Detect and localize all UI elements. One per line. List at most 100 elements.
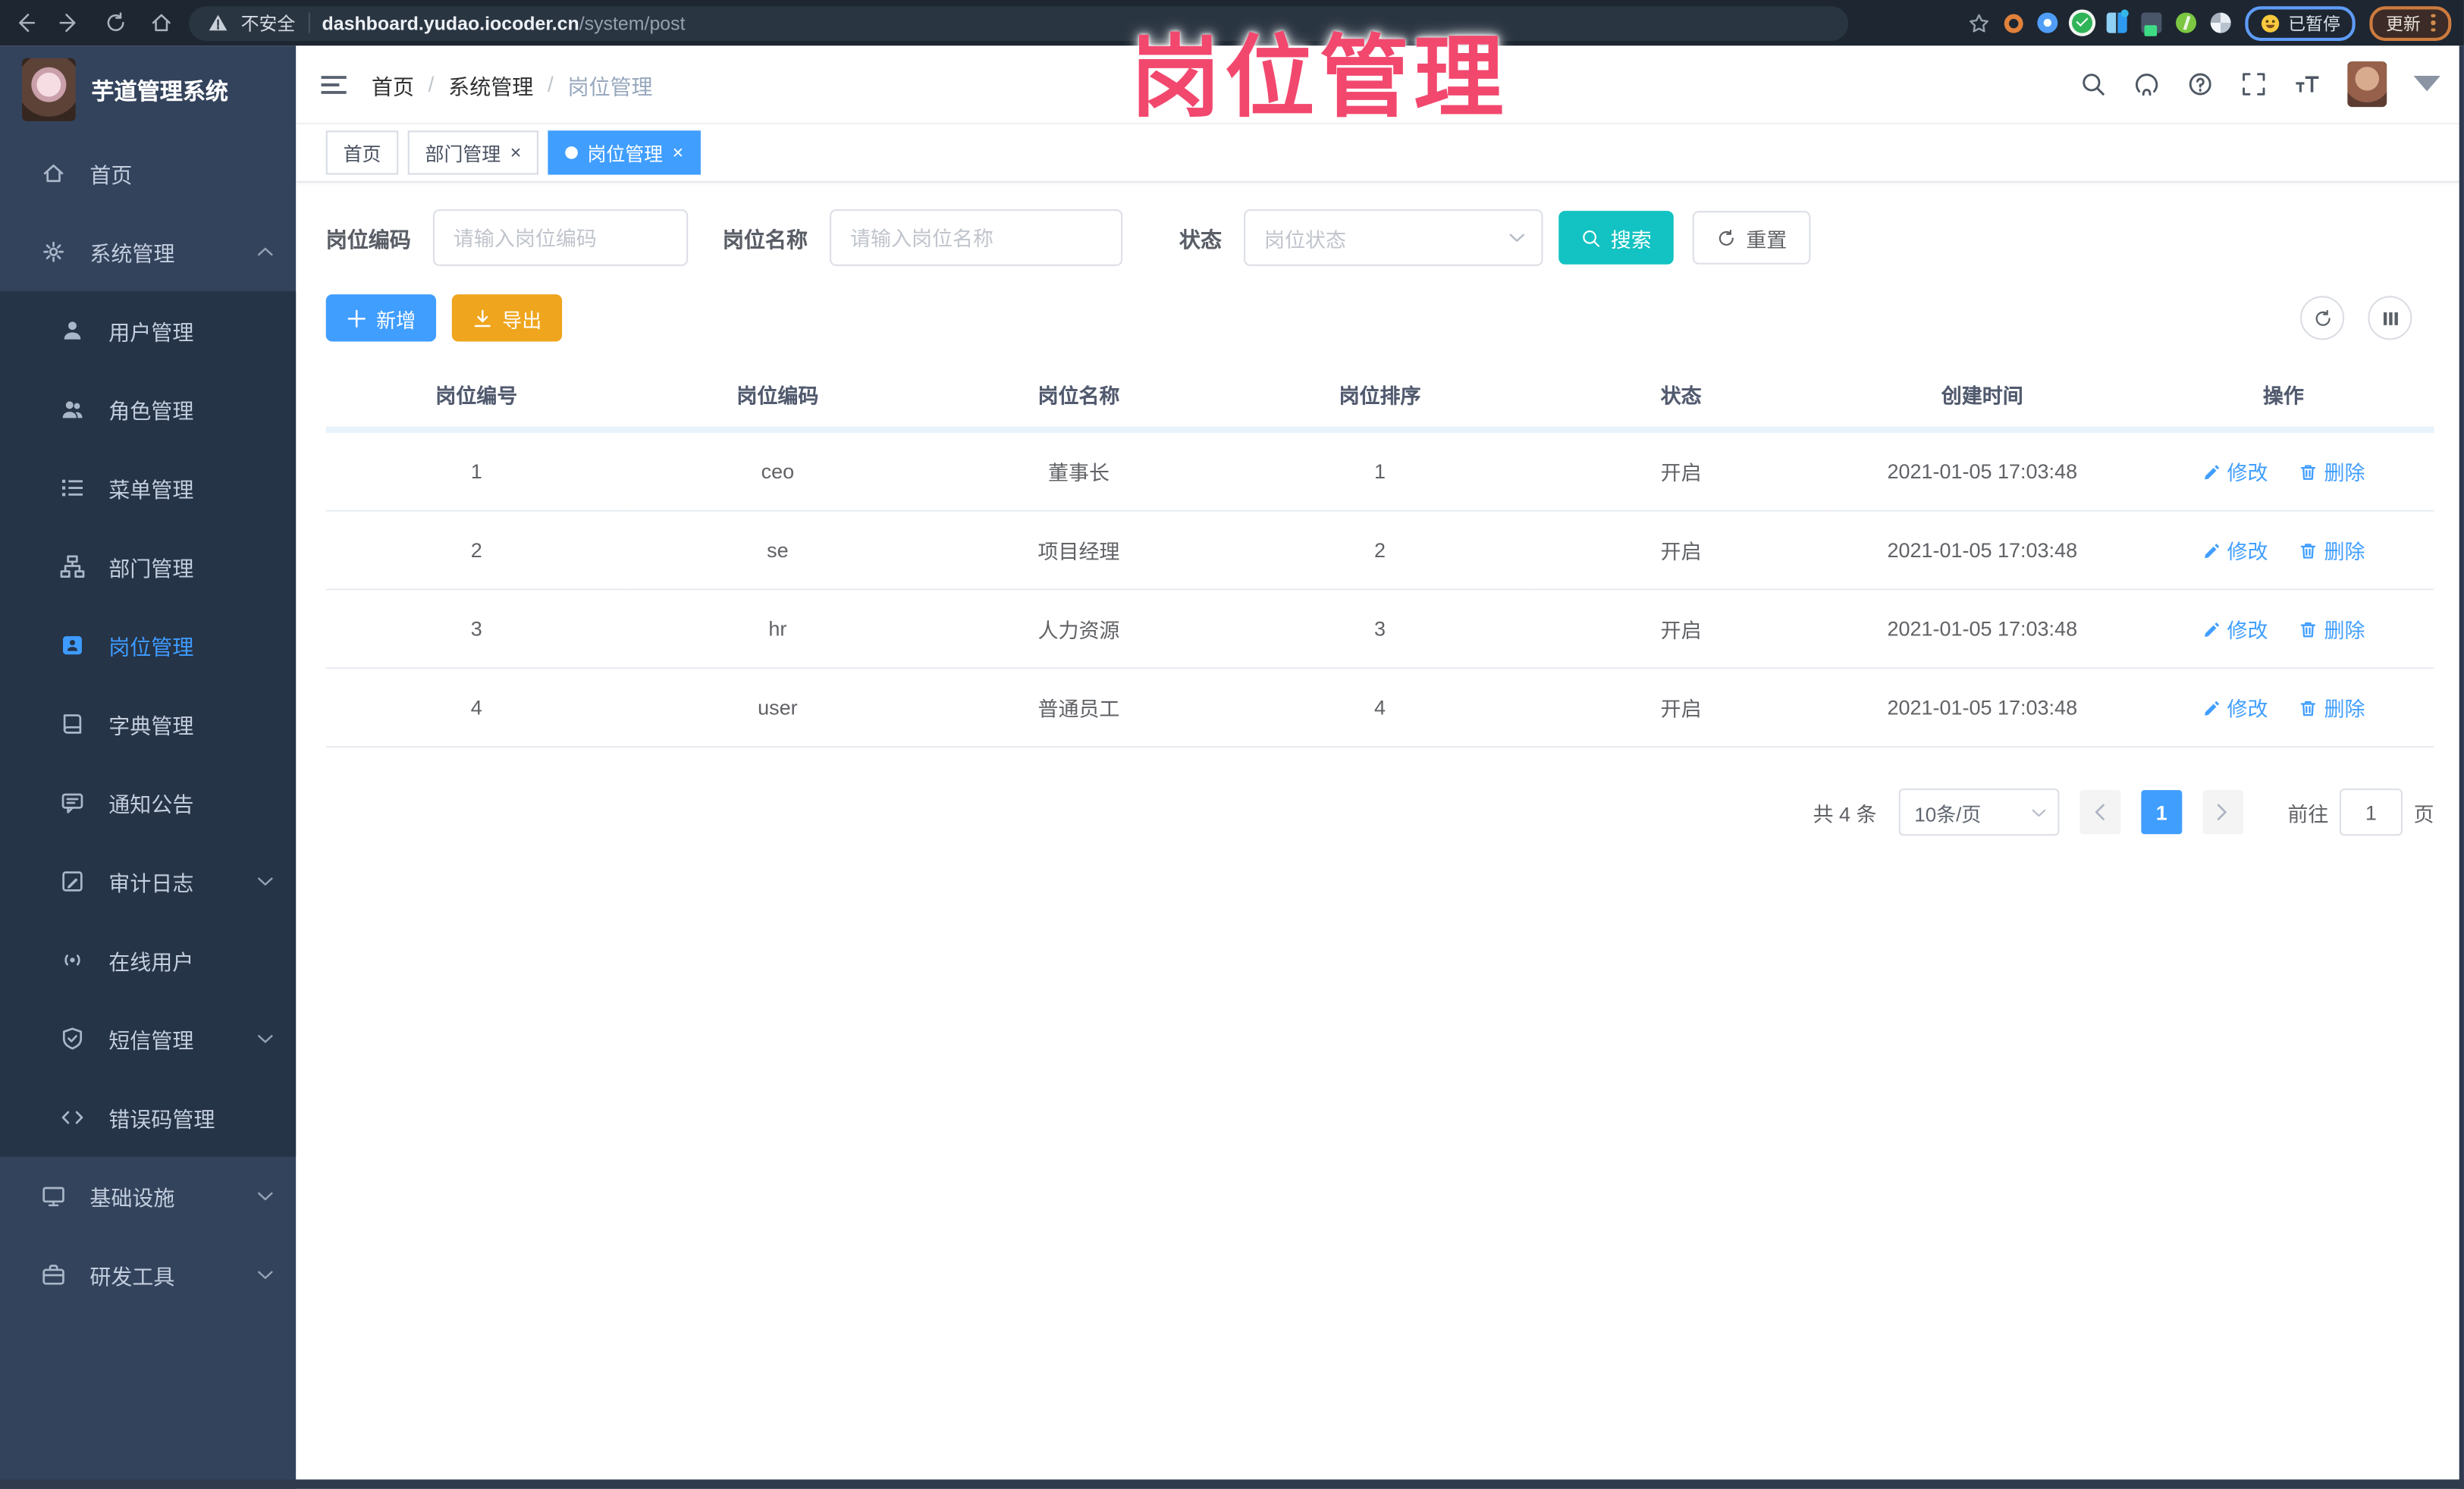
status-select[interactable]: 岗位状态 bbox=[1244, 209, 1543, 266]
github-icon[interactable] bbox=[2133, 71, 2160, 97]
help-icon[interactable] bbox=[2187, 71, 2214, 97]
font-size-icon[interactable] bbox=[2294, 71, 2321, 97]
refresh-table-button[interactable] bbox=[2300, 296, 2345, 340]
delete-link[interactable]: 删除 bbox=[2299, 535, 2365, 565]
breadcrumb-separator: / bbox=[547, 72, 554, 96]
tags-view-bar: 首页 部门管理 × 岗位管理 × bbox=[296, 124, 2464, 183]
post-badge-icon bbox=[60, 633, 85, 658]
users-icon bbox=[60, 397, 85, 422]
page-url[interactable]: dashboard.yudao.iocoder.cn/system/post bbox=[322, 12, 686, 34]
forward-icon[interactable] bbox=[58, 11, 82, 35]
delete-link[interactable]: 删除 bbox=[2299, 456, 2365, 486]
chevron-up-icon bbox=[256, 246, 274, 259]
status-label: 状态 bbox=[1179, 228, 1222, 252]
bookmark-star-icon[interactable] bbox=[1969, 12, 1991, 34]
browser-update-button[interactable]: 更新 bbox=[2370, 5, 2452, 40]
user-avatar[interactable] bbox=[2347, 61, 2387, 108]
sidebar-item-error-codes[interactable]: 错误码管理 bbox=[0, 1078, 296, 1157]
trash-icon bbox=[2301, 622, 2316, 637]
edit-log-icon bbox=[60, 869, 85, 894]
sidebar-item-online-users[interactable]: 在线用户 bbox=[0, 920, 296, 999]
extension-icon[interactable] bbox=[2142, 12, 2163, 36]
home-icon bbox=[41, 161, 66, 186]
add-button[interactable]: 新增 bbox=[325, 294, 437, 342]
pagination-total: 共 4 条 bbox=[1813, 801, 1877, 826]
address-bar[interactable]: 不安全 dashboard.yudao.iocoder.cn/system/po… bbox=[189, 5, 1849, 40]
column-settings-button[interactable] bbox=[2368, 296, 2412, 340]
reset-button[interactable]: 重置 bbox=[1692, 211, 1811, 265]
next-page-button[interactable] bbox=[2202, 790, 2244, 835]
search-icon[interactable] bbox=[2079, 71, 2106, 97]
gear-icon bbox=[41, 240, 66, 265]
sidebar-item-posts[interactable]: 岗位管理 bbox=[0, 606, 296, 685]
extension-icon[interactable] bbox=[2211, 12, 2232, 33]
fullscreen-icon[interactable] bbox=[2240, 71, 2267, 97]
table-row: 3 hr 人力资源 3 开启 2021-01-05 17:03:48 修改 删除 bbox=[325, 589, 2434, 669]
prev-page-button[interactable] bbox=[2079, 790, 2121, 835]
page-size-select[interactable]: 10条/页 bbox=[1898, 788, 2060, 836]
chevron-down-icon bbox=[1508, 231, 1526, 244]
sidebar-item-departments[interactable]: 部门管理 bbox=[0, 527, 296, 606]
sidebar-item-menus[interactable]: 菜单管理 bbox=[0, 449, 296, 528]
delete-link[interactable]: 删除 bbox=[2299, 692, 2365, 722]
sidebar-item-audit-log[interactable]: 审计日志 bbox=[0, 842, 296, 921]
tab-departments[interactable]: 部门管理 × bbox=[407, 130, 539, 175]
sidebar-item-system[interactable]: 系统管理 bbox=[0, 212, 296, 291]
export-button[interactable]: 导出 bbox=[451, 294, 563, 342]
sidebar-item-roles[interactable]: 角色管理 bbox=[0, 370, 296, 449]
paused-extension-badge[interactable]: 已暂停 bbox=[2246, 5, 2356, 40]
edit-link[interactable]: 修改 bbox=[2202, 692, 2268, 722]
org-tree-icon bbox=[60, 554, 85, 579]
col-post-id: 岗位编号 bbox=[325, 360, 627, 433]
sidebar-item-sms[interactable]: 短信管理 bbox=[0, 999, 296, 1078]
col-actions: 操作 bbox=[2133, 360, 2434, 433]
sidebar-item-home[interactable]: 首页 bbox=[0, 133, 296, 212]
tab-posts[interactable]: 岗位管理 × bbox=[548, 130, 701, 175]
active-dot bbox=[565, 146, 578, 159]
edit-link[interactable]: 修改 bbox=[2202, 614, 2268, 644]
page-number-1[interactable]: 1 bbox=[2141, 790, 2183, 835]
caret-down-icon[interactable] bbox=[2413, 71, 2440, 97]
goto-page-input[interactable] bbox=[2339, 788, 2403, 836]
refresh-icon bbox=[2315, 309, 2330, 325]
browser-bar: 不安全 dashboard.yudao.iocoder.cn/system/po… bbox=[0, 0, 2464, 46]
chevron-down-icon bbox=[256, 1033, 274, 1045]
post-name-input[interactable] bbox=[830, 209, 1123, 266]
extension-icon[interactable] bbox=[2072, 12, 2093, 33]
breadcrumb-home[interactable]: 首页 bbox=[372, 68, 414, 100]
hamburger-icon[interactable] bbox=[319, 71, 347, 96]
sidebar-item-dictionary[interactable]: 字典管理 bbox=[0, 685, 296, 763]
extension-icon[interactable] bbox=[2107, 9, 2130, 33]
close-icon[interactable]: × bbox=[510, 143, 522, 162]
breadcrumb-system[interactable]: 系统管理 bbox=[448, 68, 533, 100]
extension-icon[interactable] bbox=[2038, 12, 2059, 33]
table-row: 2 se 项目经理 2 开启 2021-01-05 17:03:48 修改 删除 bbox=[325, 510, 2434, 591]
delete-link[interactable]: 删除 bbox=[2299, 614, 2365, 644]
post-code-input[interactable] bbox=[432, 209, 689, 266]
breadcrumb: 首页 / 系统管理 / 岗位管理 bbox=[372, 68, 653, 100]
security-label[interactable]: 不安全 bbox=[241, 10, 296, 35]
menu-dots-icon bbox=[2431, 13, 2436, 33]
extension-icon[interactable] bbox=[2176, 12, 2197, 33]
search-button[interactable]: 搜索 bbox=[1558, 211, 1674, 265]
broadcast-icon bbox=[60, 948, 85, 973]
home-icon[interactable] bbox=[149, 11, 173, 35]
post-name-label: 岗位名称 bbox=[722, 228, 808, 252]
edit-link[interactable]: 修改 bbox=[2202, 456, 2268, 486]
reload-icon[interactable] bbox=[104, 11, 127, 35]
app-logo-row[interactable]: 芋道管理系统 bbox=[0, 45, 296, 133]
user-icon bbox=[60, 318, 85, 343]
sidebar-item-users[interactable]: 用户管理 bbox=[0, 291, 296, 370]
shield-icon bbox=[60, 1027, 85, 1052]
tab-home[interactable]: 首页 bbox=[325, 130, 399, 175]
close-icon[interactable]: × bbox=[673, 143, 684, 162]
sidebar-item-dev-tools[interactable]: 研发工具 bbox=[0, 1236, 296, 1315]
sidebar-item-announcements[interactable]: 通知公告 bbox=[0, 763, 296, 842]
back-icon[interactable] bbox=[13, 11, 36, 35]
extension-icon[interactable] bbox=[2004, 13, 2024, 33]
sidebar-item-infrastructure[interactable]: 基础设施 bbox=[0, 1157, 296, 1236]
refresh-icon bbox=[1719, 228, 1734, 245]
edit-link[interactable]: 修改 bbox=[2202, 535, 2268, 565]
pencil-icon bbox=[2204, 621, 2219, 636]
pencil-icon bbox=[2204, 464, 2219, 479]
